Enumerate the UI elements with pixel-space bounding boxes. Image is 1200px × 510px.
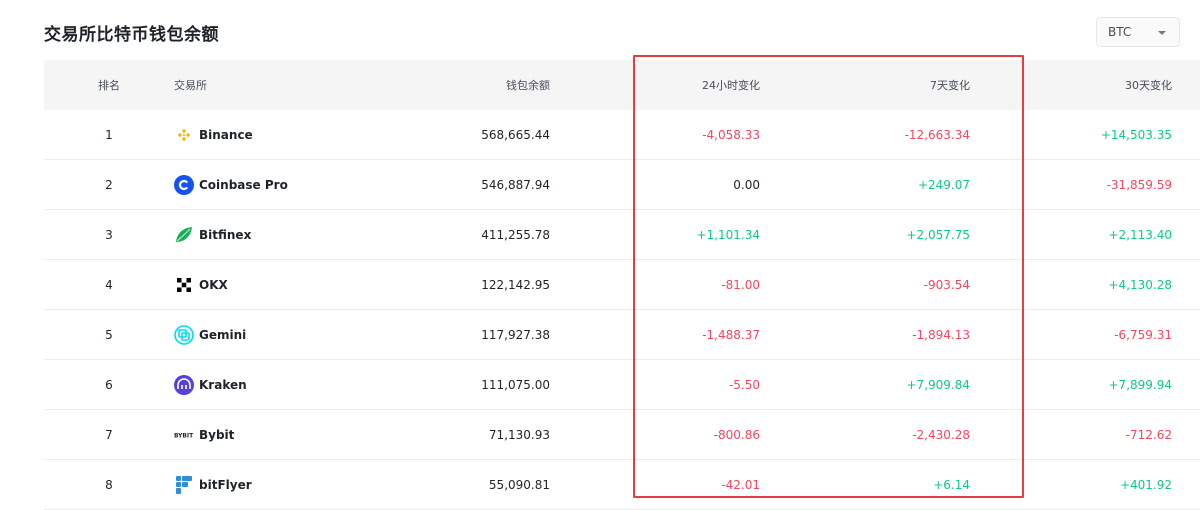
change-30d-cell: +7,899.94 [1108, 377, 1173, 392]
bitflyer-icon [174, 475, 194, 495]
header-rank: 排名 [98, 79, 120, 92]
rank-cell: 7 [105, 427, 113, 442]
exchange-cell[interactable]: Gemini [174, 324, 424, 345]
currency-select[interactable]: BTC [1096, 17, 1180, 47]
table-row[interactable]: 8 bitFlyer 55,090.81 -42.01 +6.14 +401.9… [44, 460, 1200, 510]
rank-cell: 6 [105, 377, 113, 392]
balance-cell: 55,090.81 [488, 477, 550, 492]
header-change-30d[interactable]: 30天变化 [970, 77, 1172, 93]
table-row[interactable]: 4 OKX 122,142.95 -81.00 -903.54 +4,130.2… [44, 260, 1200, 310]
table-header: 排名 交易所 钱包余额 24小时变化 7天变化 30天变化 [44, 60, 1200, 110]
svg-text:BYBIT: BYBIT [174, 433, 193, 439]
change-24h-cell: -4,058.33 [702, 127, 760, 142]
okx-icon [174, 275, 194, 295]
exchange-name: bitFlyer [199, 477, 252, 492]
exchange-cell[interactable]: bitFlyer [174, 475, 424, 495]
exchange-name: Bybit [199, 427, 235, 442]
exchange-name: Binance [199, 127, 253, 142]
change-7d-cell: +249.07 [917, 177, 970, 192]
change-30d-cell: +4,130.28 [1108, 277, 1173, 292]
change-30d-cell: -6,759.31 [1114, 327, 1172, 342]
table-row[interactable]: 2 Coinbase Pro 546,887.94 0.00 +249.07 -… [44, 160, 1200, 210]
change-7d-cell: -903.54 [923, 277, 970, 292]
table-row[interactable]: 1 Binance 568,665.44 -4,058.33 -12,663.3… [44, 110, 1200, 160]
binance-icon [174, 125, 194, 145]
change-24h-cell: -81.00 [721, 277, 760, 292]
change-7d-cell: +2,057.75 [906, 227, 971, 242]
exchange-name: Kraken [199, 377, 247, 392]
change-7d-cell: -2,430.28 [912, 427, 970, 442]
exchange-name: Bitfinex [199, 227, 252, 242]
exchange-balance-table: 排名 交易所 钱包余额 24小时变化 7天变化 30天变化 1 Binance … [44, 60, 1200, 510]
rank-cell: 8 [105, 477, 113, 492]
balance-cell: 71,130.93 [488, 427, 550, 442]
rank-cell: 5 [105, 327, 113, 342]
change-7d-cell: -12,663.34 [904, 127, 970, 142]
header-change-24h[interactable]: 24小时变化 [550, 77, 760, 93]
caret-down-icon [1158, 31, 1166, 35]
table-row[interactable]: 6 Kraken 111,075.00 -5.50 +7,909.84 +7,8… [44, 360, 1200, 410]
header-balance[interactable]: 钱包余额 [424, 77, 550, 93]
bitfinex-icon [174, 225, 194, 245]
rank-cell: 1 [105, 127, 113, 142]
table-row[interactable]: 7 BYBIT Bybit 71,130.93 -800.86 -2,430.2… [44, 410, 1200, 460]
currency-select-value: BTC [1108, 25, 1132, 39]
exchange-cell[interactable]: Coinbase Pro [174, 174, 424, 195]
balance-cell: 546,887.94 [481, 177, 550, 192]
exchange-cell[interactable]: BYBIT Bybit [174, 425, 424, 445]
table-body: 1 Binance 568,665.44 -4,058.33 -12,663.3… [44, 110, 1200, 510]
change-24h-cell: +1,101.34 [696, 227, 761, 242]
balance-cell: 117,927.38 [481, 327, 550, 342]
rank-cell: 3 [105, 227, 113, 242]
page-title: 交易所比特币钱包余额 [44, 25, 219, 45]
bybit-icon: BYBIT [174, 425, 194, 445]
change-7d-cell: +6.14 [933, 477, 970, 492]
change-30d-cell: -712.62 [1125, 427, 1172, 442]
rank-cell: 2 [105, 177, 113, 192]
header-change-7d[interactable]: 7天变化 [760, 77, 970, 93]
change-24h-cell: -800.86 [713, 427, 760, 442]
change-30d-cell: +14,503.35 [1100, 127, 1172, 142]
exchange-cell[interactable]: Bitfinex [174, 225, 424, 245]
change-7d-cell: -1,894.13 [912, 327, 970, 342]
coinbase-icon [174, 174, 194, 195]
change-24h-cell: -1,488.37 [702, 327, 760, 342]
change-24h-cell: 0.00 [733, 177, 760, 192]
balance-cell: 111,075.00 [481, 377, 550, 392]
gemini-icon [174, 324, 194, 345]
change-24h-cell: -5.50 [728, 377, 760, 392]
change-7d-cell: +7,909.84 [906, 377, 971, 392]
exchange-cell[interactable]: Kraken [174, 374, 424, 395]
table-row[interactable]: 3 Bitfinex 411,255.78 +1,101.34 +2,057.7… [44, 210, 1200, 260]
exchange-name: Coinbase Pro [199, 177, 288, 192]
exchange-cell[interactable]: Binance [174, 125, 424, 145]
exchange-name: Gemini [199, 327, 247, 342]
rank-cell: 4 [105, 277, 113, 292]
change-24h-cell: -42.01 [721, 477, 760, 492]
change-30d-cell: +2,113.40 [1108, 227, 1173, 242]
header-exchange: 交易所 [174, 79, 207, 92]
table-row[interactable]: 5 Gemini 117,927.38 -1,488.37 -1,894.13 … [44, 310, 1200, 360]
balance-cell: 122,142.95 [481, 277, 550, 292]
exchange-name: OKX [199, 277, 228, 292]
change-30d-cell: +401.92 [1119, 477, 1172, 492]
kraken-icon [174, 374, 194, 395]
change-30d-cell: -31,859.59 [1106, 177, 1172, 192]
balance-cell: 411,255.78 [481, 227, 550, 242]
exchange-cell[interactable]: OKX [174, 275, 424, 295]
balance-cell: 568,665.44 [481, 127, 550, 142]
